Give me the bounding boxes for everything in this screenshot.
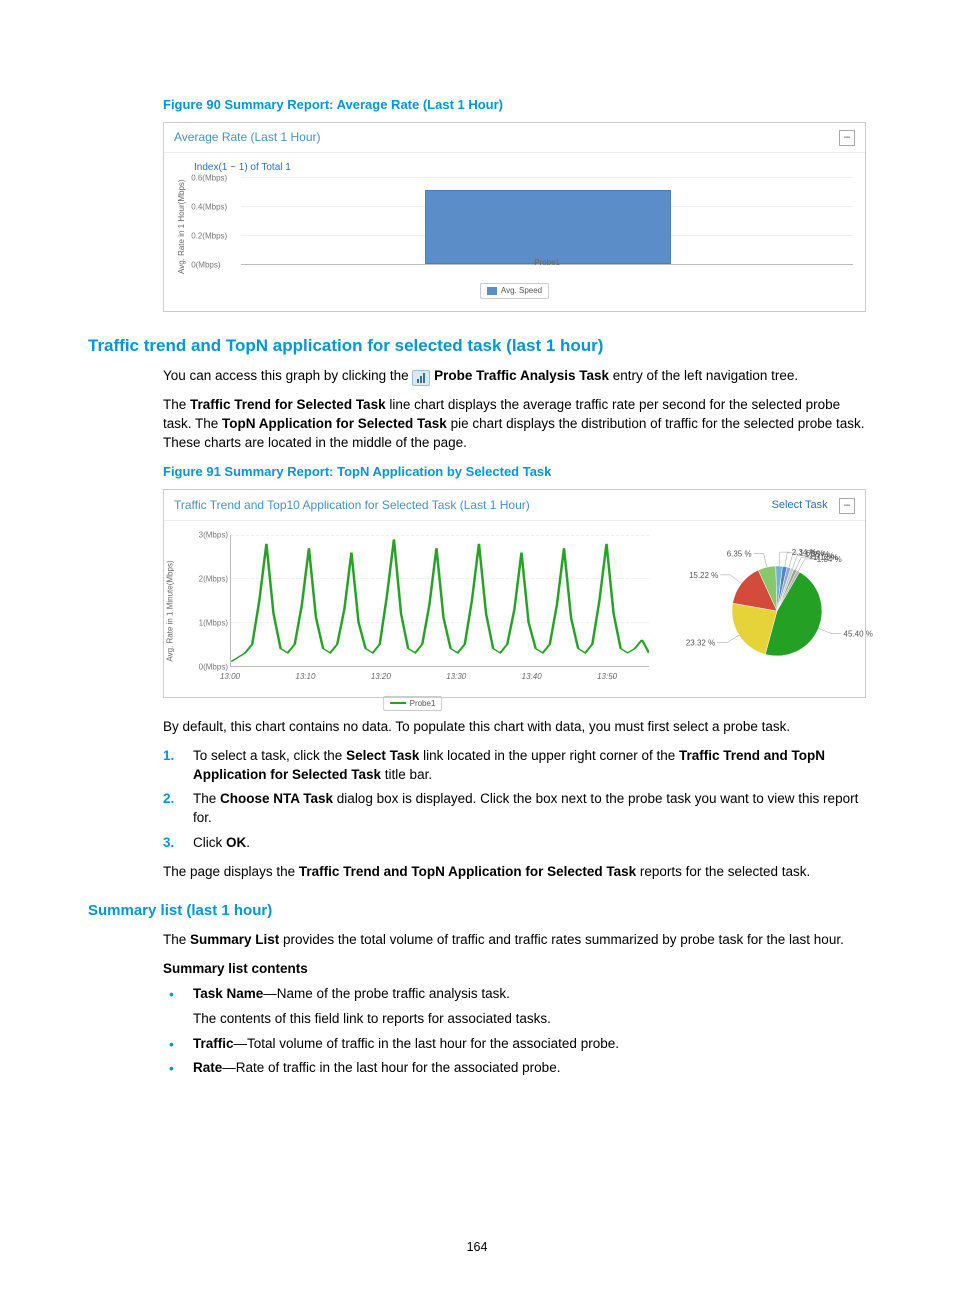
figure90-index: Index(1 ~ 1) of Total 1 — [194, 161, 853, 175]
svg-text:45.40 %: 45.40 % — [844, 629, 873, 638]
ytick: 0.6(Mbps) — [191, 172, 227, 183]
figure91-linechart: Avg. Rate in 1 Minute(Mbps) 0(Mbps) 1(Mb… — [172, 531, 653, 691]
list-item-sub: The contents of this field link to repor… — [193, 1010, 866, 1029]
line-yticks: 0(Mbps) 1(Mbps) 2(Mbps) 3(Mbps) — [178, 535, 228, 667]
figure90-grid: Probe1 — [241, 177, 853, 265]
figure90-barchart: Avg. Rate in 1 Hour(Mbps) 0(Mbps) 0.2(Mb… — [176, 177, 853, 277]
figure90-title: Average Rate (Last 1 Hour) — [174, 129, 321, 146]
ytick: 0(Mbps) — [191, 259, 220, 270]
figure90-panel: Average Rate (Last 1 Hour) – Index(1 ~ 1… — [163, 122, 866, 311]
line-legend-chip: Probe1 — [383, 696, 443, 711]
svg-text:23.32 %: 23.32 % — [686, 638, 715, 647]
figure90-xlabel: Probe1 — [534, 257, 560, 268]
summary-p1: The Summary List provides the total volu… — [163, 931, 866, 950]
after-fig-p2: The page displays the Traffic Trend and … — [163, 863, 866, 882]
list-item: Traffic—Total volume of traffic in the l… — [163, 1035, 866, 1054]
figure90-plot: 0(Mbps) 0.2(Mbps) 0.4(Mbps) 0.6(Mbps) Pr… — [191, 177, 853, 277]
svg-text:6.35 %: 6.35 % — [727, 549, 752, 558]
line-ylabel: Avg. Rate in 1 Minute(Mbps) — [164, 560, 175, 661]
line-plot-area — [230, 535, 649, 667]
figure91-piechart: 45.40 %23.32 %15.22 %6.35 %2.34 %1.65 %1… — [657, 531, 857, 691]
legend-chip: Avg. Speed — [480, 283, 549, 298]
figure90-ylabel: Avg. Rate in 1 Hour(Mbps) — [176, 177, 187, 277]
legend-swatch — [487, 287, 497, 295]
figure90-body: Index(1 ~ 1) of Total 1 Avg. Rate in 1 H… — [164, 153, 865, 311]
list-item: 3. Click OK. — [163, 834, 866, 853]
steps-list: 1. To select a task, click the Select Ta… — [163, 747, 866, 853]
legend-label: Avg. Speed — [501, 285, 542, 296]
figure90-caption: Figure 90 Summary Report: Average Rate (… — [163, 96, 866, 114]
summary-list-heading: Summary list (last 1 hour) — [88, 900, 866, 921]
list-item: Task Name—Name of the probe traffic anal… — [163, 985, 866, 1029]
figure91-body: Avg. Rate in 1 Minute(Mbps) 0(Mbps) 1(Mb… — [164, 521, 865, 697]
list-item: Rate—Rate of traffic in the last hour fo… — [163, 1059, 866, 1078]
traffic-p2: The Traffic Trend for Selected Task line… — [163, 396, 866, 453]
list-item: 1. To select a task, click the Select Ta… — [163, 747, 866, 785]
figure91-panel: Traffic Trend and Top10 Application for … — [163, 489, 866, 698]
line-svg — [231, 535, 649, 666]
line-xticks: 13:00 13:10 13:20 13:30 13:40 13:50 — [230, 671, 649, 687]
select-task-link[interactable]: Select Task — [772, 499, 828, 511]
pie-svg: 45.40 %23.32 %15.22 %6.35 %2.34 %1.65 %1… — [657, 531, 857, 691]
after-fig-p1: By default, this chart contains no data.… — [163, 718, 866, 737]
summary-contents-list: Task Name—Name of the probe traffic anal… — [163, 985, 866, 1079]
list-item: 2. The Choose NTA Task dialog box is dis… — [163, 790, 866, 828]
figure90-legend: Avg. Speed — [176, 281, 853, 301]
ytick: 0.2(Mbps) — [191, 230, 227, 241]
figure91-caption: Figure 91 Summary Report: TopN Applicati… — [163, 463, 866, 481]
figure90-bar-probe1 — [425, 190, 672, 264]
svg-text:15.22 %: 15.22 % — [689, 571, 718, 580]
summary-contents-head: Summary list contents — [163, 960, 866, 979]
traffic-p1: You can access this graph by clicking th… — [163, 367, 866, 386]
collapse-icon[interactable]: – — [839, 130, 855, 146]
collapse-icon[interactable]: – — [839, 498, 855, 514]
figure91-title: Traffic Trend and Top10 Application for … — [174, 497, 530, 514]
ytick: 0.4(Mbps) — [191, 201, 227, 212]
chart-icon — [412, 370, 430, 386]
svg-text:1.04 %: 1.04 % — [817, 555, 842, 564]
line-legend: Probe1 — [383, 690, 443, 711]
line-swatch — [390, 702, 406, 704]
traffic-trend-heading: Traffic trend and TopN application for s… — [88, 334, 866, 358]
page-number: 164 — [0, 1239, 954, 1257]
figure91-header: Traffic Trend and Top10 Application for … — [164, 490, 865, 521]
figure90-header: Average Rate (Last 1 Hour) – — [164, 123, 865, 153]
